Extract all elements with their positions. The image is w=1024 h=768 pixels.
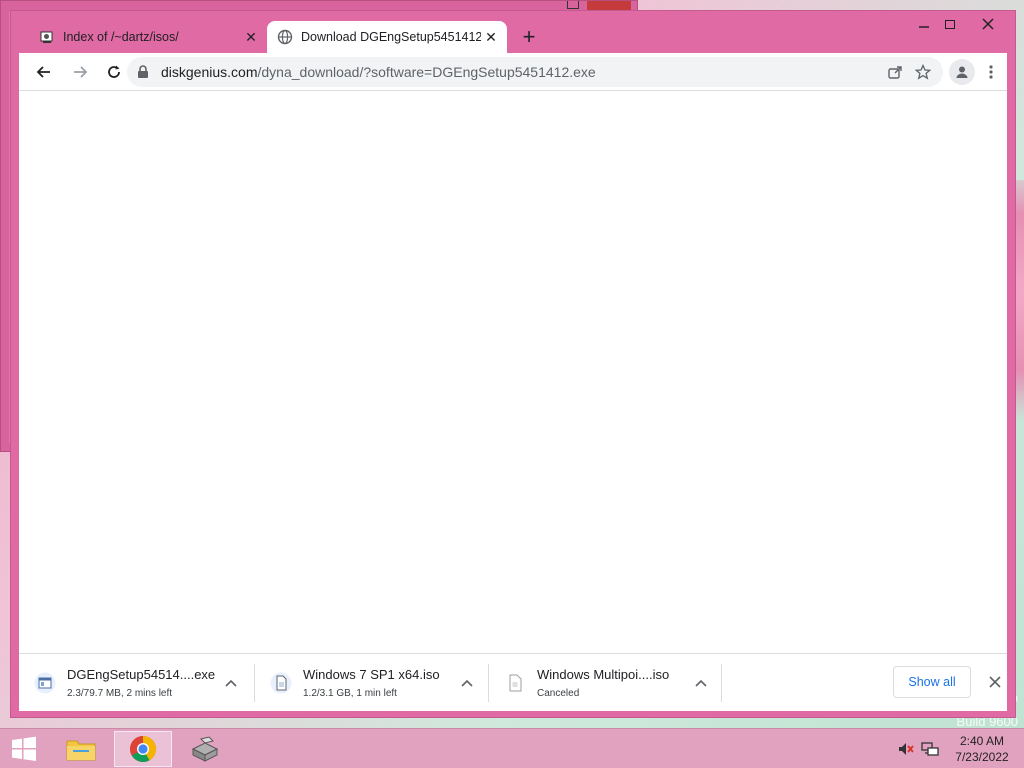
globe-icon	[277, 29, 293, 45]
system-clock[interactable]: 2:40 AM 7/23/2022	[950, 733, 1014, 765]
vertical-dots-icon	[989, 65, 993, 79]
reload-icon	[108, 65, 120, 78]
chevron-up-icon[interactable]	[689, 671, 713, 695]
more-menu-button[interactable]	[981, 59, 1001, 85]
download-status: 2.3/79.7 MB, 2 mins left	[67, 688, 173, 699]
folder-icon	[66, 740, 96, 761]
lock-icon[interactable]	[137, 65, 151, 79]
download-item[interactable]: Windows 7 SP1 x64.iso 1.2/3.1 GB, 1 min …	[255, 660, 487, 706]
download-filename: Windows 7 SP1 x64.iso	[303, 667, 440, 682]
download-filename: Windows Multipoi....iso	[537, 667, 670, 682]
chrome-taskbar-button[interactable]	[114, 731, 172, 767]
file-icon	[503, 671, 527, 695]
url-text[interactable]: diskgenius.com/dyna_download/?software=D…	[161, 64, 881, 80]
profile-avatar-button[interactable]	[949, 59, 975, 85]
clock-date: 7/23/2022	[955, 750, 1009, 764]
download-status: Canceled	[537, 688, 580, 699]
background-window-maximize-icon[interactable]	[567, 1, 579, 9]
url-host: diskgenius.com	[161, 64, 258, 80]
windows-logo-icon	[12, 736, 36, 761]
download-separator	[721, 664, 722, 702]
share-icon[interactable]	[881, 58, 909, 86]
close-downloads-bar-icon[interactable]	[983, 670, 1007, 694]
tab-strip: Index of /~dartz/isos/ ✕ Download DGEngS…	[11, 11, 1015, 53]
download-filename: DGEngSetup54514....exe	[67, 667, 216, 682]
setup-program-icon	[191, 736, 219, 762]
page-content	[19, 91, 1007, 653]
browser-toolbar: diskgenius.com/dyna_download/?software=D…	[19, 53, 1007, 91]
arrow-left-icon	[36, 66, 50, 78]
tab-title: Download DGEngSetup5451412.	[301, 30, 481, 44]
start-button[interactable]	[0, 729, 48, 768]
new-tab-button[interactable]: +	[517, 24, 541, 49]
show-all-downloads-button[interactable]: Show all	[893, 666, 971, 698]
maximize-icon	[945, 19, 955, 29]
reload-button[interactable]	[101, 59, 127, 85]
close-window-button[interactable]	[965, 11, 1011, 37]
tab-title: Index of /~dartz/isos/	[63, 30, 179, 44]
chrome-icon	[130, 736, 157, 763]
bookmark-star-icon[interactable]	[909, 58, 937, 86]
taskbar: 2:40 AM 7/23/2022	[0, 728, 1024, 768]
network-icon[interactable]	[920, 739, 940, 759]
address-bar[interactable]: diskgenius.com/dyna_download/?software=D…	[127, 57, 943, 87]
person-icon	[956, 66, 968, 78]
tab-close-icon[interactable]: ✕	[241, 27, 261, 47]
installer-file-icon	[33, 671, 57, 695]
tab-download-dgengsetup[interactable]: Download DGEngSetup5451412. ✕	[267, 21, 507, 53]
chevron-up-icon[interactable]	[219, 671, 243, 695]
tab-index-of-isos[interactable]: Index of /~dartz/isos/ ✕	[29, 21, 267, 53]
back-button[interactable]	[31, 59, 57, 85]
chevron-up-icon[interactable]	[455, 671, 479, 695]
directory-listing-icon	[39, 29, 55, 45]
tab-close-icon[interactable]: ✕	[481, 27, 501, 47]
download-status: 1.2/3.1 GB, 1 min left	[303, 688, 397, 699]
iso-file-icon	[269, 671, 293, 695]
url-path: /dyna_download/?software=DGEngSetup54514…	[257, 64, 596, 80]
volume-muted-icon[interactable]	[896, 739, 916, 759]
clock-time: 2:40 AM	[959, 734, 1005, 748]
maximize-button[interactable]	[937, 11, 963, 37]
minimize-button[interactable]	[911, 11, 937, 37]
downloads-bar: DGEngSetup54514....exe 2.3/79.7 MB, 2 mi…	[19, 653, 1007, 711]
chrome-window: Index of /~dartz/isos/ ✕ Download DGEngS…	[10, 10, 1016, 718]
arrow-right-icon	[74, 66, 88, 78]
download-item[interactable]: DGEngSetup54514....exe 2.3/79.7 MB, 2 mi…	[19, 660, 251, 706]
forward-button[interactable]	[67, 59, 93, 85]
file-explorer-taskbar-button[interactable]	[52, 731, 110, 767]
download-item[interactable]: Windows Multipoi....iso Canceled	[489, 660, 721, 706]
installer-taskbar-button[interactable]	[176, 731, 234, 767]
